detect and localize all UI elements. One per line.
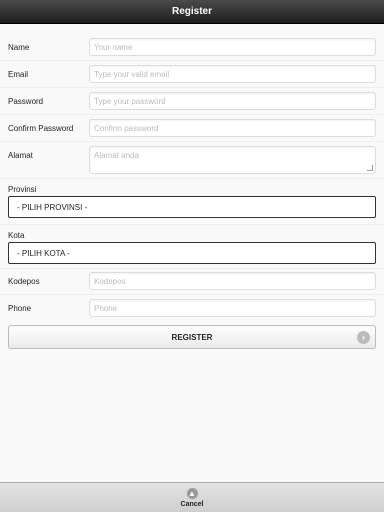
alamat-label: Alamat (8, 151, 33, 160)
register-button[interactable]: REGISTER › (8, 325, 376, 349)
footer-bar: ▲ Cancel (0, 482, 384, 512)
kota-label: Kota (8, 231, 25, 240)
arrow-up-icon: ▲ (186, 488, 198, 499)
name-label: Name (8, 43, 30, 52)
divider (0, 268, 384, 269)
divider (0, 178, 384, 179)
kodepos-label: Kodepos (8, 277, 40, 286)
email-label: Email (8, 70, 29, 79)
page-title: Register (171, 6, 212, 17)
phone-input[interactable]: Phone (89, 299, 376, 317)
password-label: Password (8, 97, 44, 106)
provinsi-select[interactable]: - PILIH PROVINSI - (8, 196, 376, 218)
register-button-label: REGISTER (171, 332, 213, 342)
provinsi-label: Provinsi (8, 185, 37, 194)
confirm-password-label: Confirm Password (8, 124, 74, 133)
arrow-right-icon: › (357, 331, 370, 344)
confirm-password-input[interactable]: Confirm password (89, 119, 376, 137)
divider (0, 224, 384, 225)
alamat-placeholder: Alamat anda (94, 151, 139, 160)
kota-select[interactable]: - PILIH KOTA - (8, 242, 376, 264)
divider (0, 60, 384, 61)
cancel-button[interactable]: ▲ Cancel (0, 483, 384, 512)
email-input[interactable]: Type your valid email (89, 65, 376, 83)
phone-label: Phone (8, 304, 32, 313)
alamat-textarea[interactable]: Alamat anda (89, 146, 376, 174)
divider (0, 114, 384, 115)
header-bar: Register (0, 0, 384, 24)
resize-handle-icon[interactable] (367, 165, 373, 171)
divider (0, 141, 384, 142)
password-input[interactable]: Type your password (89, 92, 376, 110)
divider (0, 294, 384, 295)
divider (0, 87, 384, 88)
name-input[interactable]: Your name (89, 38, 376, 56)
kodepos-input[interactable]: Kodepos (89, 272, 376, 290)
cancel-label: Cancel (180, 501, 204, 508)
